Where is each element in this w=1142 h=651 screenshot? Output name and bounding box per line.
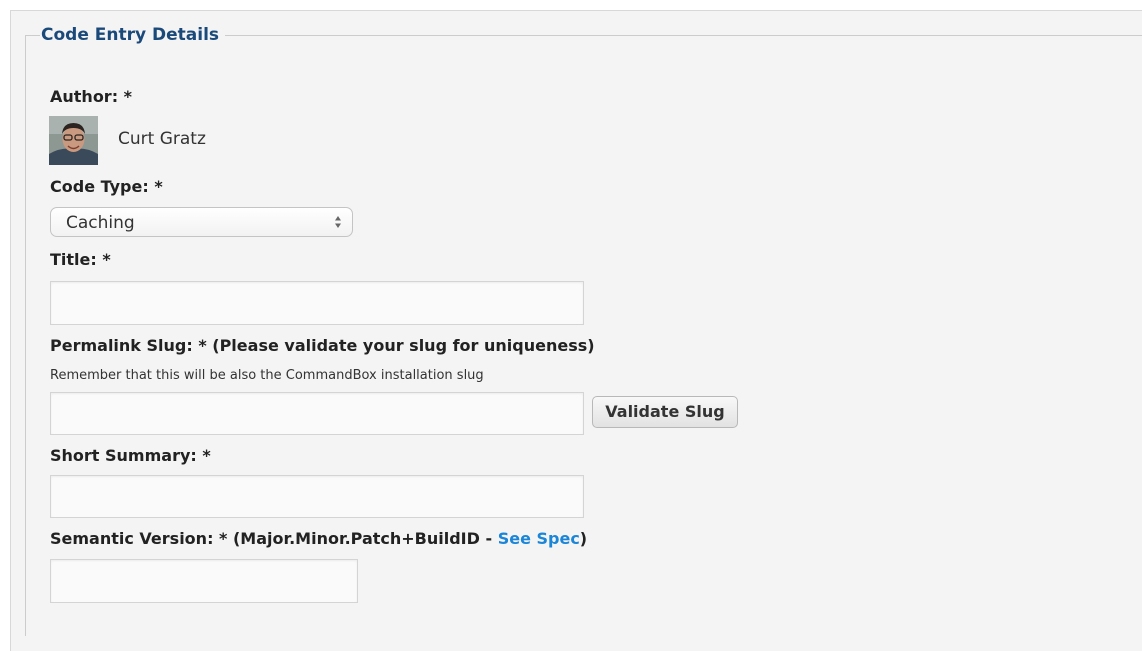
author-label: Author: * <box>50 87 133 106</box>
code-type-select[interactable]: Caching <box>50 207 353 237</box>
semantic-version-label-close: ) <box>579 529 588 548</box>
slug-help-text: Remember that this will be also the Comm… <box>50 368 484 383</box>
permalink-slug-input[interactable] <box>50 392 584 435</box>
section-legend: Code Entry Details <box>40 22 226 48</box>
author-name: Curt Gratz <box>118 129 206 149</box>
title-label: Title: * <box>50 250 111 269</box>
code-type-label: Code Type: * <box>50 177 163 196</box>
title-input[interactable] <box>50 281 584 325</box>
short-summary-label: Short Summary: * <box>50 446 211 465</box>
semantic-version-label: Semantic Version: * (Major.Minor.Patch+B… <box>50 529 587 549</box>
semantic-version-input[interactable] <box>50 559 358 603</box>
permalink-slug-label: Permalink Slug: * (Please validate your … <box>50 336 595 355</box>
author-avatar <box>49 116 98 165</box>
code-type-selected-value: Caching <box>66 213 135 233</box>
validate-slug-button[interactable]: Validate Slug <box>592 396 738 428</box>
semantic-version-label-text: Semantic Version: * (Major.Minor.Patch+B… <box>50 529 498 548</box>
updown-arrows-icon <box>335 216 341 228</box>
short-summary-input[interactable] <box>50 475 584 518</box>
see-spec-link[interactable]: See Spec <box>498 529 580 548</box>
avatar-photo <box>49 116 98 165</box>
